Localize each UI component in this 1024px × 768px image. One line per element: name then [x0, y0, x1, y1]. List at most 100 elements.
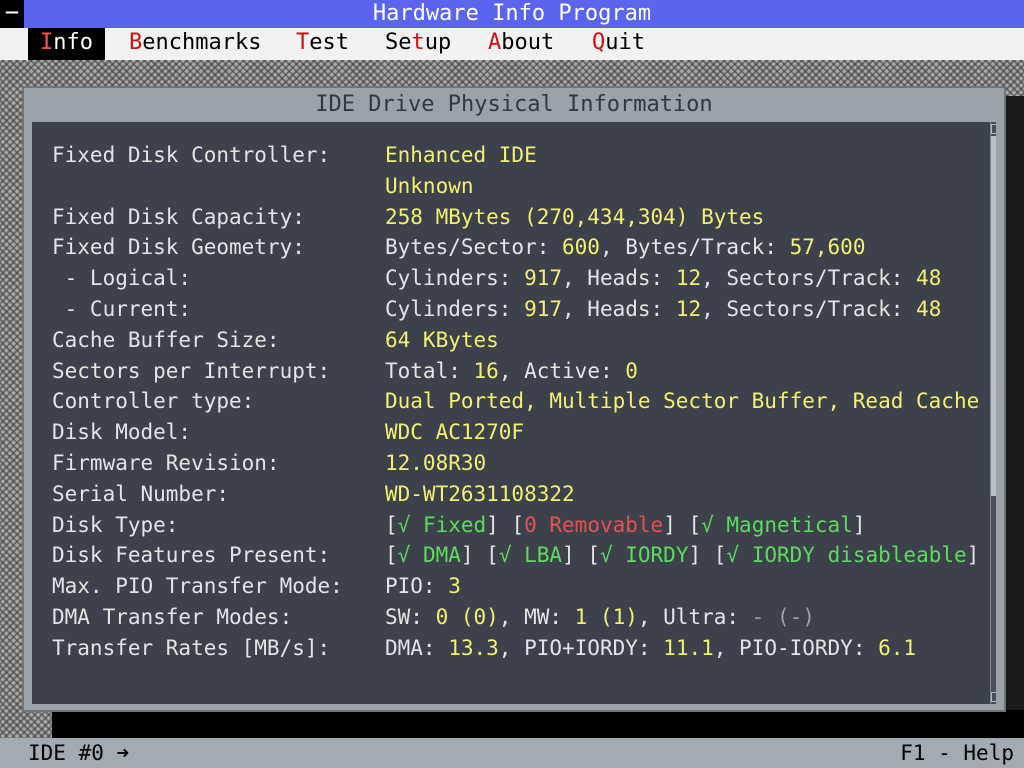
value-segment: , Heads:	[562, 266, 676, 291]
value-segment: Bytes/Sector:	[385, 235, 563, 260]
info-label: - Current:	[52, 296, 192, 321]
info-value: Total: 16, Active: 0	[385, 356, 638, 387]
value-segment: ] [	[460, 543, 499, 568]
value-segment: Total:	[385, 358, 474, 383]
value-segment: , Bytes/Track:	[599, 235, 790, 260]
menu-hotkey: T	[296, 30, 310, 55]
drive-selector[interactable]: IDE #0 ➜	[28, 738, 129, 768]
value-segment: - (-)	[751, 604, 815, 629]
info-label: Max. PIO Transfer Mode:	[52, 574, 343, 599]
value-segment: DMA:	[385, 635, 449, 660]
menu-label: Se	[385, 30, 412, 55]
menu-benchmarks[interactable]: Benchmarks	[117, 28, 273, 60]
window-body: Fixed Disk Controller: Enhanced IDE Unknow…	[32, 122, 996, 704]
value-segment: 1 (1)	[574, 604, 638, 629]
info-row: Sectors per Interrupt: Total: 16, Active:…	[52, 356, 992, 387]
menu-hotkey: t	[411, 30, 425, 55]
info-label: Cache Buffer Size:	[52, 327, 280, 352]
menu-info[interactable]: Info	[28, 28, 105, 60]
help-key[interactable]: F1 - Help	[900, 738, 1014, 768]
menu-label: up	[424, 30, 452, 55]
app-title: Hardware Info Program	[372, 1, 652, 26]
info-value: Enhanced IDE	[385, 140, 537, 171]
value-segment: 0 Removable	[524, 512, 664, 537]
scroll-up-icon[interactable]	[991, 124, 996, 134]
info-label: Disk Model:	[52, 420, 192, 445]
value-segment: [	[385, 512, 398, 537]
info-value: Dual Ported, Multiple Sector Buffer, Rea…	[385, 386, 979, 417]
info-value: PIO: 3	[385, 571, 461, 602]
menu-quit[interactable]: Quit	[580, 28, 657, 60]
value-segment: ]	[966, 543, 980, 568]
menu-label: nfo	[53, 30, 93, 55]
menu-hotkey: I	[40, 30, 54, 55]
menu-hotkey: Q	[592, 30, 606, 55]
scrollbar[interactable]	[990, 122, 996, 704]
info-row: Fixed Disk Capacity: 258 MBytes (270,434,…	[52, 202, 992, 233]
value-segment: [	[385, 543, 398, 568]
info-label: Disk Type:	[52, 512, 179, 537]
value-segment: PIO:	[385, 574, 449, 599]
info-row: Cache Buffer Size: 64 KBytes	[52, 325, 992, 356]
value-segment: ] [	[486, 512, 525, 537]
info-label: Disk Features Present:	[52, 543, 331, 568]
info-label: Fixed Disk Geometry:	[52, 235, 305, 260]
value-segment: Enhanced IDE	[385, 143, 537, 167]
value-segment: 48	[916, 296, 942, 321]
value-segment: 57,600	[789, 235, 866, 260]
value-segment: 0 (0)	[435, 604, 499, 629]
info-label: - Logical:	[52, 266, 192, 291]
value-segment: 917	[524, 296, 563, 321]
scroll-down-icon[interactable]	[991, 692, 996, 702]
info-row: - Logical: Cylinders: 917, Heads: 12, Sec…	[52, 263, 992, 294]
menu-about[interactable]: About	[476, 28, 566, 60]
info-value: 258 MBytes (270,434,304) Bytes	[385, 202, 764, 233]
menu-test[interactable]: Test	[284, 28, 361, 60]
value-segment: WD-WT2631108322	[385, 481, 575, 506]
value-segment: 0	[625, 358, 638, 383]
info-value: SW: 0 (0), MW: 1 (1), Ultra: - (-)	[385, 602, 815, 633]
value-segment: √ LBA	[498, 543, 563, 568]
window-shadow	[52, 710, 1024, 738]
value-segment: 917	[524, 266, 563, 291]
menu-hotkey: B	[129, 30, 143, 55]
info-label: Firmware Revision:	[52, 450, 280, 475]
window-title: IDE Drive Physical Information	[315, 92, 713, 117]
info-value: DMA: 13.3, PIO+IORDY: 11.1, PIO-IORDY: 6…	[385, 633, 916, 664]
info-row: Disk Model: WDC AC1270F	[52, 417, 992, 448]
value-segment: , Sectors/Track:	[701, 266, 917, 291]
info-label: Fixed Disk Controller:	[52, 143, 331, 167]
info-value: 64 KBytes	[385, 325, 499, 356]
value-segment: , Heads:	[562, 296, 676, 321]
info-row: Disk Features Present: [√ DMA] [√ LBA] [√…	[52, 540, 992, 571]
info-value: Cylinders: 917, Heads: 12, Sectors/Track…	[385, 263, 941, 294]
value-segment: ] [	[562, 543, 600, 568]
value-segment: 16	[473, 358, 499, 383]
value-segment: 3	[448, 574, 461, 599]
menu-setup[interactable]: Setup	[373, 28, 463, 60]
info-row: Transfer Rates [MB/s]: DMA: 13.3, PIO+IOR…	[52, 633, 992, 664]
value-segment: ]	[852, 512, 866, 537]
value-segment: 12.08R30	[385, 450, 487, 475]
value-segment: SW:	[385, 604, 436, 629]
scroll-thumb[interactable]	[991, 136, 996, 496]
info-value: [√ DMA] [√ LBA] [√ IORDY] [√ IORDY disab…	[385, 540, 979, 571]
info-value: [√ Fixed] [0 Removable] [√ Magnetical]	[385, 510, 866, 541]
value-segment: √ DMA	[397, 543, 461, 568]
value-segment: , MW:	[498, 604, 575, 629]
menu-label: uit	[605, 30, 645, 55]
value-segment: √ IORDY disableable	[726, 543, 967, 568]
value-segment: Cylinders:	[385, 266, 525, 291]
info-rows: Fixed Disk Controller: Enhanced IDE Unknow…	[52, 140, 992, 664]
value-segment: , Ultra:	[637, 604, 752, 629]
info-row: Max. PIO Transfer Mode: PIO: 3	[52, 571, 992, 602]
value-segment: ] [	[688, 543, 727, 568]
value-segment: 12	[675, 296, 702, 321]
value-segment: WDC AC1270F	[385, 420, 525, 445]
info-label: Controller type:	[52, 389, 255, 414]
menu-label: est	[309, 30, 349, 55]
window-shadow	[1004, 96, 1024, 718]
info-value: WD-WT2631108322	[385, 479, 575, 510]
info-row: - Current: Cylinders: 917, Heads: 12, Sec…	[52, 294, 992, 325]
info-label: DMA Transfer Modes:	[52, 604, 293, 629]
